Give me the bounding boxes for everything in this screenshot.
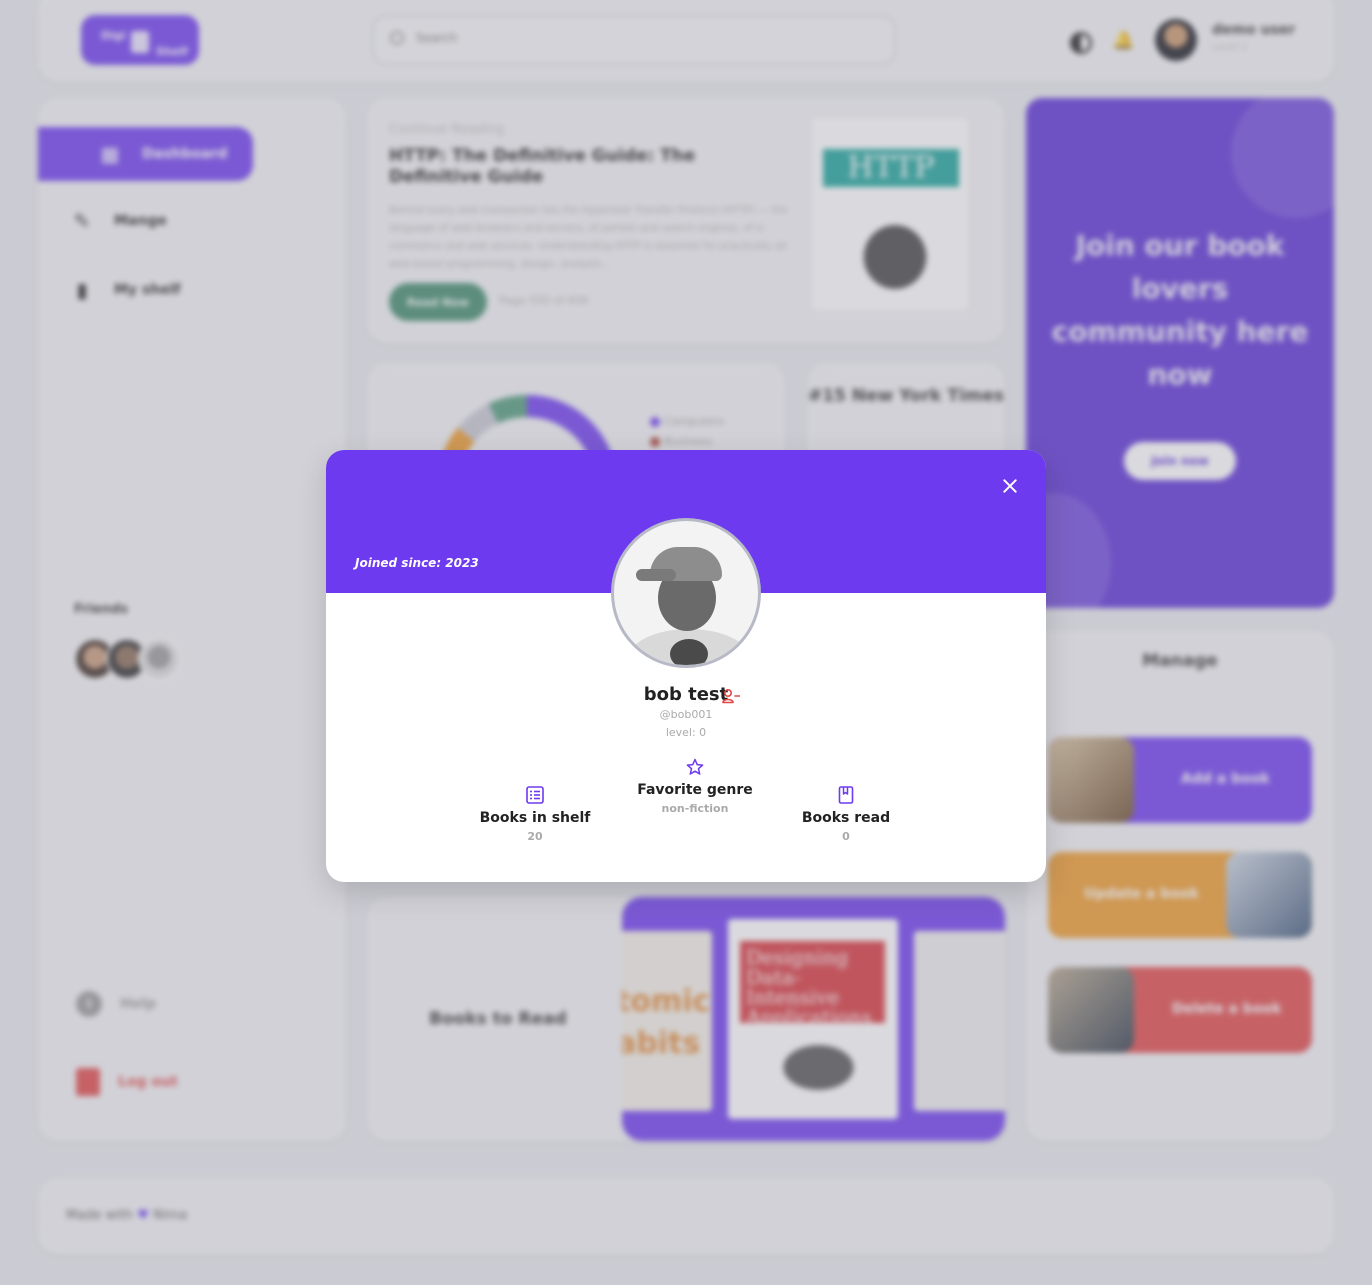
list-icon [526, 786, 544, 804]
close-button[interactable] [998, 474, 1022, 498]
joined-since: Joined since: 2023 [355, 556, 479, 570]
star-icon [686, 758, 704, 775]
remove-friend-icon[interactable] [722, 688, 740, 704]
profile-handle: @bob001 [659, 708, 713, 721]
stat-books-in-shelf: Books in shelf 20 [445, 786, 625, 843]
profile-modal: Joined since: 2023 bob test @bob001 leve… [326, 450, 1046, 882]
profile-avatar [611, 518, 761, 668]
stat-books-read: Books read 0 [756, 786, 936, 843]
bookmark-book-icon [838, 786, 854, 804]
profile-level: level: 0 [665, 726, 707, 739]
profile-name: bob test [643, 684, 729, 705]
